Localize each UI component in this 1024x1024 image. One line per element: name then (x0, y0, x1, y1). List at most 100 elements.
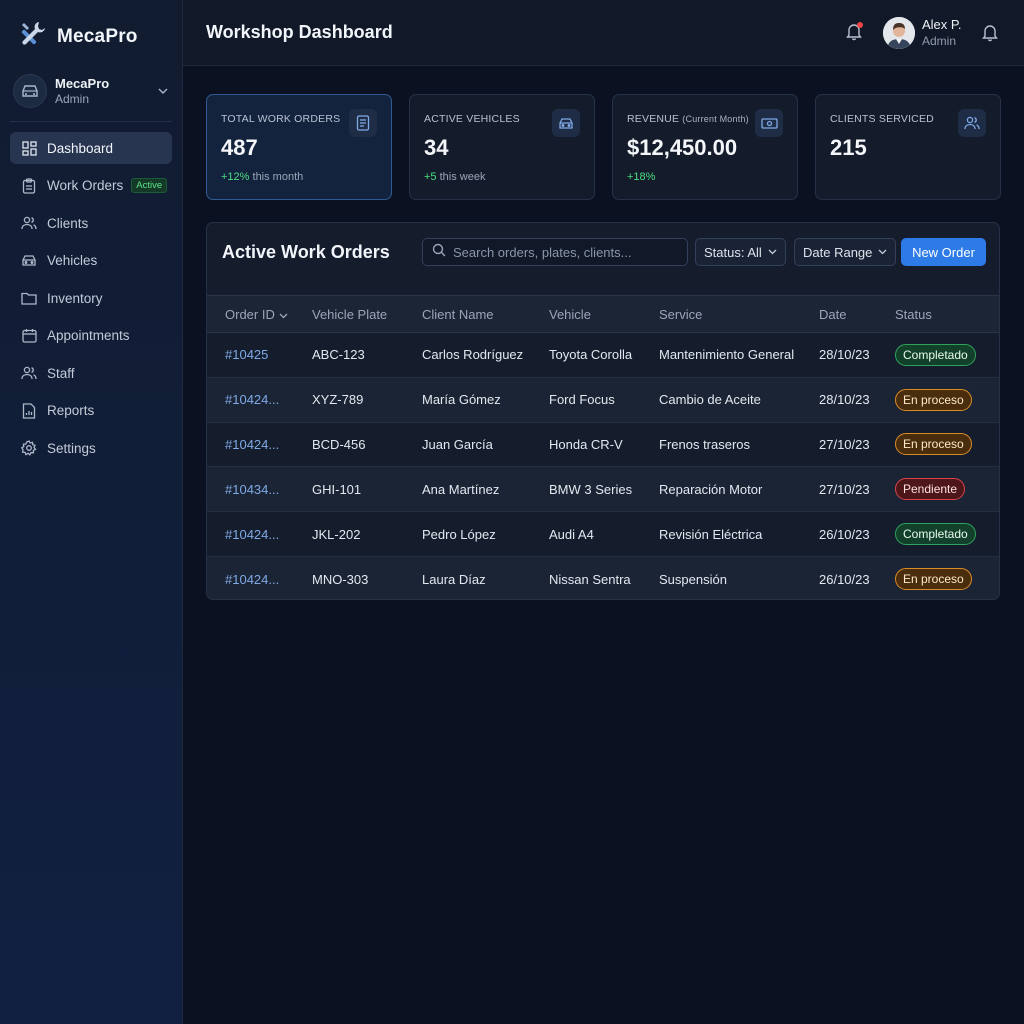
sidebar-item-inventory[interactable]: Inventory (10, 282, 172, 314)
users-icon (21, 365, 37, 381)
page-title: Workshop Dashboard (206, 22, 393, 42)
users-icon (958, 109, 986, 137)
order-id-link[interactable]: #10424... (225, 392, 279, 407)
status-badge: En proceso (895, 433, 972, 456)
table-row[interactable]: #10424... XYZ-789 María Gómez Ford Focus… (207, 377, 999, 423)
date-range-dropdown[interactable]: Date Range (794, 238, 897, 266)
vehicle-model: Toyota Corolla (549, 347, 633, 363)
folder-icon (21, 290, 37, 306)
sidebar-item-staff[interactable]: Staff (10, 357, 172, 389)
user-info[interactable]: Alex P. Admin (922, 17, 962, 49)
sidebar-item-settings[interactable]: Settings (10, 432, 172, 464)
sidebar-item-label: Settings (47, 440, 96, 456)
account-name: MecaPro (55, 76, 110, 91)
status-badge: En proceso (895, 388, 972, 411)
column-header-client-name[interactable]: Client Name (422, 296, 549, 333)
service: Mantenimiento General (659, 347, 795, 363)
sidebar-item-dashboard[interactable]: Dashboard (10, 132, 172, 164)
vehicle-plate: ABC-123 (312, 347, 365, 363)
column-header-vehicle[interactable]: Vehicle (549, 296, 659, 333)
order-id-link[interactable]: #10424... (225, 437, 279, 452)
kpi-label: ACTIVE VEHICLES (424, 113, 520, 125)
sidebar: MecaPro MecaPro Admin Dashboard Work Ord… (0, 0, 183, 1024)
vehicle-plate: MNO-303 (312, 571, 369, 587)
vehicle-model: Nissan Sentra (549, 571, 631, 587)
kpi-label: TOTAL WORK ORDERS (221, 113, 341, 125)
client-name: María Gómez (422, 392, 501, 408)
order-date: 28/10/23 (819, 347, 870, 363)
client-name: Juan García (422, 436, 493, 452)
client-name: Laura Díaz (422, 571, 486, 587)
service: Frenos traseros (659, 436, 751, 452)
sidebar-divider (10, 121, 172, 122)
order-id-link[interactable]: #10424... (225, 527, 279, 542)
sidebar-item-label: Dashboard (47, 140, 114, 156)
order-id-link[interactable]: #10434... (225, 482, 279, 497)
sidebar-item-vehicles[interactable]: Vehicles (10, 245, 172, 277)
status-filter-dropdown[interactable]: Status: All (695, 238, 786, 266)
column-header-status[interactable]: Status (895, 296, 999, 333)
sidebar-item-work-orders[interactable]: Work Orders Active (10, 170, 172, 202)
users-icon (21, 215, 37, 231)
kpi-clients-serviced[interactable]: CLIENTS SERVICED 215 (815, 94, 1001, 200)
column-header-service[interactable]: Service (659, 296, 819, 333)
column-header-order-id[interactable]: Order ID (207, 296, 312, 333)
order-date: 27/10/23 (819, 481, 870, 497)
search-box[interactable] (422, 238, 688, 266)
sidebar-nav: Dashboard Work Orders Active Clients Veh… (10, 132, 172, 470)
order-date: 26/10/23 (819, 571, 870, 587)
kpi-value: 487 (221, 135, 258, 160)
brand-name: MecaPro (57, 25, 138, 47)
kpi-revenue[interactable]: REVENUE (Current Month) $12,450.00 +18% (612, 94, 798, 200)
table-row[interactable]: #10424... JKL-202 Pedro López Audi A4 Re… (207, 512, 999, 557)
date-range-label: Date Range (803, 244, 873, 260)
vehicle-model: Ford Focus (549, 392, 615, 408)
vehicle-model: Honda CR-V (549, 436, 623, 452)
column-header-vehicle-plate[interactable]: Vehicle Plate (312, 296, 422, 333)
sidebar-item-label: Clients (47, 215, 89, 231)
table-row[interactable]: #10434... GHI-101 Ana Martínez BMW 3 Ser… (207, 466, 999, 512)
vehicle-model: Audi A4 (549, 526, 594, 542)
vehicle-plate: BCD-456 (312, 436, 366, 452)
kpi-delta: +5 this week (424, 171, 486, 183)
alerts-button[interactable] (981, 23, 1001, 43)
new-order-button[interactable]: New Order (901, 238, 986, 266)
car-icon (552, 109, 580, 137)
client-name: Ana Martínez (422, 481, 500, 497)
kpi-active-vehicles[interactable]: ACTIVE VEHICLES 34 +5 this week (409, 94, 595, 200)
sidebar-item-clients[interactable]: Clients (10, 207, 172, 239)
table-header-row: Order ID Vehicle Plate Client Name Vehic… (207, 295, 999, 333)
kpi-label: REVENUE (Current Month) (627, 113, 749, 125)
search-input[interactable] (453, 244, 687, 260)
kpi-value: 34 (424, 135, 449, 160)
order-id-link[interactable]: #10424... (225, 572, 279, 587)
chevron-down-icon[interactable] (155, 88, 171, 94)
account-switcher[interactable]: MecaPro Admin (13, 72, 171, 110)
table-row[interactable]: #10425 ABC-123 Carlos Rodríguez Toyota C… (207, 333, 999, 378)
money-icon (755, 109, 783, 137)
sidebar-item-reports[interactable]: Reports (10, 395, 172, 427)
gear-icon (21, 440, 37, 456)
kpi-delta: +18% (627, 171, 656, 183)
brand[interactable]: MecaPro (18, 19, 138, 54)
sidebar-item-label: Staff (47, 365, 75, 381)
top-header: Workshop Dashboard Alex P. Admin (183, 0, 1024, 66)
table-row[interactable]: #10424... MNO-303 Laura Díaz Nissan Sent… (207, 556, 999, 599)
sidebar-item-appointments[interactable]: Appointments (10, 320, 172, 352)
work-orders-panel: Active Work Orders Status: All Date Rang… (206, 222, 1000, 600)
notifications-button[interactable] (845, 22, 865, 42)
table-row[interactable]: #10424... BCD-456 Juan García Honda CR-V… (207, 422, 999, 467)
column-header-date[interactable]: Date (819, 296, 895, 333)
status-badge: Completado (895, 523, 976, 546)
account-role: Admin (55, 92, 90, 106)
order-date: 26/10/23 (819, 526, 870, 542)
user-avatar[interactable] (883, 17, 915, 49)
service: Suspensión (659, 571, 727, 587)
order-id-link[interactable]: #10425 (225, 347, 268, 362)
status-badge: Completado (895, 343, 976, 366)
order-date: 28/10/23 (819, 392, 870, 408)
kpi-total-work-orders[interactable]: TOTAL WORK ORDERS 487 +12% this month (206, 94, 392, 200)
sidebar-item-label: Reports (47, 403, 95, 418)
status-badge: Pendiente (895, 478, 966, 501)
kpi-delta: +12% this month (221, 171, 304, 183)
